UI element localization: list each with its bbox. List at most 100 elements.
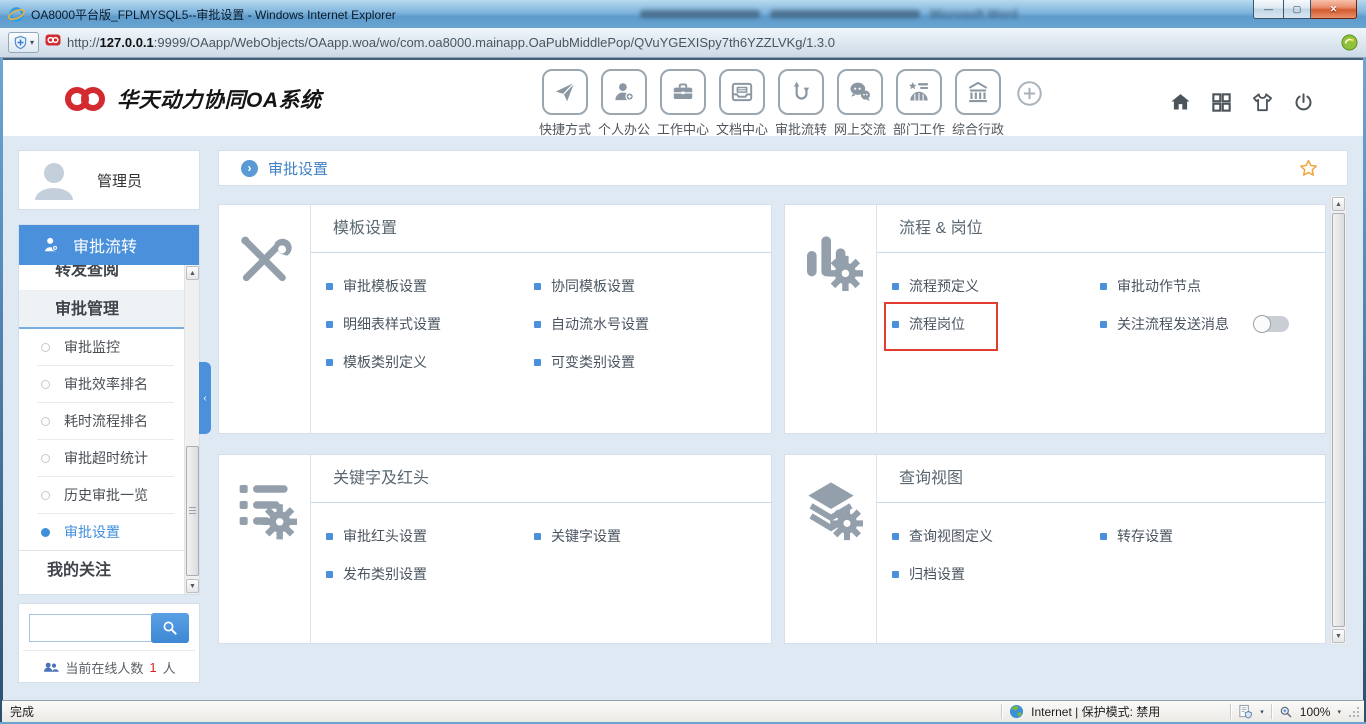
- user-name: 管理员: [97, 172, 143, 190]
- search-input[interactable]: [29, 614, 155, 642]
- favorite-star-icon[interactable]: [1298, 158, 1319, 179]
- add-favorite-button[interactable]: ▾: [8, 32, 40, 53]
- theme-shirt-icon[interactable]: [1251, 91, 1274, 114]
- sidebar-collapse-handle[interactable]: ‹: [199, 362, 211, 434]
- card-process-post: 流程 & 岗位 流程预定义 流程岗位 审批动作节点 关注流程发送消息: [784, 204, 1326, 434]
- status-bar: 完成 Internet | 保护模式: 禁用 ▾ 100% ▾: [2, 700, 1364, 722]
- briefcase-icon: [673, 83, 693, 100]
- sidebar-module-approval-flow[interactable]: 审批流转: [19, 225, 199, 265]
- document-tray-icon: [731, 82, 753, 102]
- shield-plus-icon: [14, 35, 27, 50]
- sidebar-scrollbar[interactable]: ▲ ▼: [184, 265, 199, 594]
- nav-item-approval-flow[interactable]: 审批流转: [775, 69, 827, 138]
- bullet-icon: [1100, 282, 1107, 290]
- go-refresh-icon[interactable]: [1341, 34, 1358, 51]
- card-template-settings: 模板设置 审批模板设置 明细表样式设置 模板类别定义 协同模板设置 自动流水号设…: [218, 204, 772, 434]
- nav-item-personal-office[interactable]: 个人办公: [598, 69, 650, 138]
- link-auto-serial[interactable]: 自动流水号设置: [534, 305, 771, 343]
- plus-circle-icon: [1017, 81, 1042, 106]
- status-text: 完成: [10, 705, 35, 719]
- sidebar-section-my-follow[interactable]: 我的关注: [19, 550, 184, 590]
- link-archive-settings[interactable]: 归档设置: [892, 555, 1100, 593]
- header-actions: [1169, 91, 1315, 114]
- maximize-button[interactable]: ▢: [1283, 0, 1311, 19]
- bullet-icon: [892, 570, 899, 578]
- bullet-icon: [326, 532, 333, 540]
- zoom-magnifier-icon[interactable]: [1279, 705, 1293, 719]
- avatar: [35, 163, 73, 200]
- site-favicon: [45, 32, 61, 53]
- module-title: 审批流转: [73, 239, 138, 256]
- app-logo-text: 华天动力协同OA系统: [117, 89, 322, 112]
- link-process-predefine[interactable]: 流程预定义: [892, 267, 1100, 305]
- grid-menu-icon[interactable]: [1210, 91, 1233, 114]
- card-title: 流程 & 岗位: [877, 205, 1325, 253]
- infinity-logo-icon: [65, 87, 105, 111]
- link-approval-template[interactable]: 审批模板设置: [326, 267, 534, 305]
- link-approval-redhead[interactable]: 审批红头设置: [326, 517, 534, 555]
- scroll-down-icon[interactable]: ▼: [186, 579, 199, 593]
- dropdown-caret-icon[interactable]: ▾: [1260, 708, 1264, 716]
- nav-item-online-chat[interactable]: 网上交流: [834, 69, 886, 138]
- bullet-icon: [534, 320, 541, 328]
- scroll-up-icon[interactable]: ▲: [186, 266, 199, 280]
- minimize-button[interactable]: —: [1253, 0, 1283, 19]
- scrollbar-thumb[interactable]: [186, 446, 199, 576]
- link-approval-action-node[interactable]: 审批动作节点: [1100, 267, 1325, 305]
- sidebar-item-history-approval[interactable]: 历史审批一览: [19, 477, 184, 513]
- link-variable-category[interactable]: 可变类别设置: [534, 343, 771, 381]
- radio-icon: [41, 379, 50, 389]
- sidebar-item-approval-efficiency[interactable]: 审批效率排名: [19, 366, 184, 402]
- link-detail-table-style[interactable]: 明细表样式设置: [326, 305, 534, 343]
- resize-grip[interactable]: [1348, 706, 1360, 718]
- tools-icon: [219, 205, 311, 433]
- link-publish-category[interactable]: 发布类别设置: [326, 555, 534, 593]
- scrollbar-thumb[interactable]: [1332, 213, 1345, 627]
- power-logout-icon[interactable]: [1292, 91, 1315, 114]
- nav-item-shortcuts[interactable]: 快捷方式: [539, 69, 591, 138]
- scroll-down-icon[interactable]: ▼: [1332, 629, 1345, 643]
- nav-item-department-work[interactable]: 部门工作: [893, 69, 945, 138]
- link-collab-template[interactable]: 协同模板设置: [534, 267, 771, 305]
- message-toggle-off[interactable]: [1253, 315, 1289, 333]
- page-privacy-icon[interactable]: [1238, 704, 1253, 719]
- main-scrollbar[interactable]: ▲ ▼: [1330, 195, 1347, 645]
- nav-item-document-center[interactable]: 文档中心: [716, 69, 768, 138]
- zoom-level: 100%: [1299, 704, 1331, 719]
- sidebar-item-approval-timeout[interactable]: 审批超时统计: [19, 440, 184, 476]
- sidebar-item-approval-settings[interactable]: 审批设置: [19, 514, 184, 550]
- nav-item-work-center[interactable]: 工作中心: [657, 69, 709, 138]
- link-keyword-settings[interactable]: 关键字设置: [534, 517, 771, 555]
- nav-item-administration[interactable]: 综合行政: [952, 69, 1004, 138]
- add-module-button[interactable]: [1016, 80, 1043, 112]
- bullet-icon: [1100, 320, 1107, 328]
- online-count: 1: [149, 659, 157, 675]
- chart-gear-icon: [785, 205, 877, 433]
- radio-icon: [41, 342, 50, 352]
- url-field[interactable]: http://127.0.0.1:9999/OAapp/WebObjects/O…: [67, 35, 1329, 50]
- uturn-arrows-icon: [793, 81, 810, 100]
- scroll-up-icon[interactable]: ▲: [1332, 197, 1345, 211]
- person-plus-icon: [615, 83, 634, 101]
- background-window-title: Microsoft Word: [640, 6, 1018, 22]
- sidebar-item-approval-monitor[interactable]: 审批监控: [19, 329, 184, 365]
- person-badge-icon: [44, 237, 58, 252]
- sidebar-section-approval-manage[interactable]: 审批管理: [19, 291, 184, 329]
- breadcrumb: › 审批设置: [218, 150, 1348, 186]
- radio-icon: [41, 416, 50, 426]
- link-dump-settings[interactable]: 转存设置: [1100, 517, 1325, 555]
- radio-selected-icon: [41, 527, 50, 537]
- paper-plane-icon: [555, 82, 575, 102]
- link-template-category[interactable]: 模板类别定义: [326, 343, 534, 381]
- sidebar-section-forward-read[interactable]: 转发查阅: [19, 265, 184, 291]
- link-follow-process-message[interactable]: 关注流程发送消息: [1100, 305, 1325, 343]
- bank-icon: [968, 81, 988, 103]
- home-icon[interactable]: [1169, 91, 1192, 114]
- dropdown-caret-icon[interactable]: ▾: [1337, 708, 1341, 716]
- sidebar-item-time-consuming-rank[interactable]: 耗时流程排名: [19, 403, 184, 439]
- close-button[interactable]: ✕: [1311, 0, 1357, 19]
- search-button[interactable]: [151, 613, 189, 643]
- link-query-view-define[interactable]: 查询视图定义: [892, 517, 1100, 555]
- address-bar: ▾ http://127.0.0.1:9999/OAapp/WebObjects…: [0, 28, 1366, 58]
- bullet-icon: [892, 532, 899, 540]
